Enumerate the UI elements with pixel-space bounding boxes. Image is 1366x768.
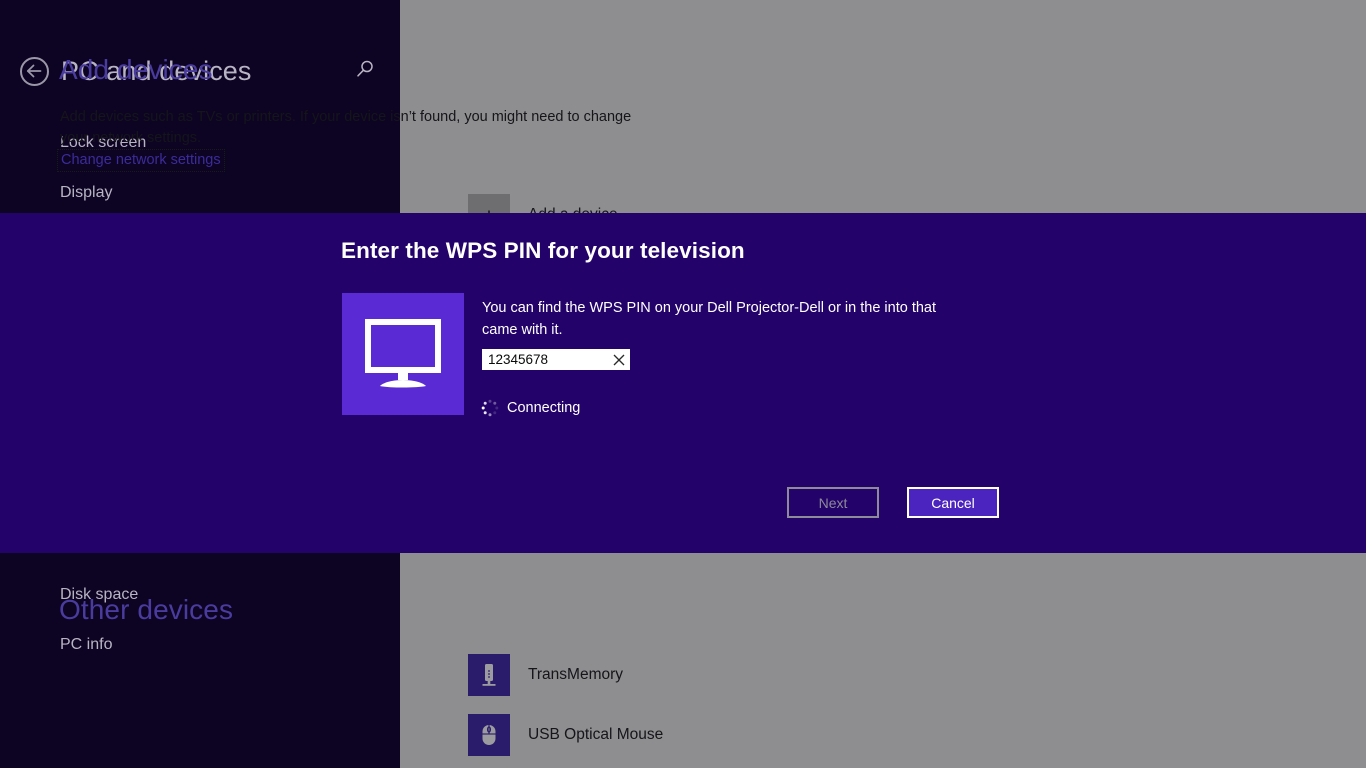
list-item-label: TransMemory bbox=[528, 666, 624, 683]
wps-pin-value[interactable]: 12345678 bbox=[482, 352, 608, 367]
television-icon bbox=[342, 293, 464, 415]
add-devices-description: Add devices such as TVs or printers. If … bbox=[60, 109, 632, 146]
loading-spinner-icon bbox=[481, 399, 499, 417]
other-devices-heading: Other devices bbox=[59, 594, 234, 625]
dialog-title: Enter the WPS PIN for your television bbox=[341, 238, 745, 263]
back-button[interactable] bbox=[20, 56, 49, 86]
change-network-settings-link[interactable]: Change network settings bbox=[57, 149, 225, 172]
dialog-actions: Next Cancel bbox=[787, 487, 999, 518]
cancel-button[interactable]: Cancel bbox=[907, 487, 999, 518]
search-icon bbox=[354, 58, 376, 85]
mouse-icon bbox=[468, 714, 510, 756]
wps-pin-dialog: Enter the WPS PIN for your television Yo… bbox=[0, 213, 1366, 553]
next-button[interactable]: Next bbox=[787, 487, 879, 518]
list-item[interactable]: TransMemory bbox=[468, 654, 623, 696]
list-item-label: USB Optical Mouse bbox=[528, 726, 664, 743]
sidebar-item-display[interactable]: Display bbox=[0, 168, 400, 218]
search-button[interactable] bbox=[352, 58, 378, 84]
sidebar-item-label: Display bbox=[60, 184, 113, 201]
connection-status: Connecting bbox=[481, 399, 580, 417]
clear-x-icon[interactable] bbox=[608, 349, 630, 370]
dialog-body-text: You can find the WPS PIN on your Dell Pr… bbox=[482, 300, 937, 338]
status-text: Connecting bbox=[507, 400, 581, 416]
list-item[interactable]: USB Optical Mouse bbox=[468, 714, 663, 756]
back-arrow-icon bbox=[26, 64, 43, 78]
sidebar-item-pc-info[interactable]: PC info bbox=[0, 620, 400, 670]
sidebar-item-label: PC info bbox=[60, 636, 113, 653]
wps-pin-input[interactable]: 12345678 bbox=[482, 349, 630, 370]
usb-flash-drive-icon bbox=[468, 654, 510, 696]
app-window: PC and devices Lock screen Display Disk … bbox=[0, 0, 1366, 768]
add-devices-heading: Add devices bbox=[59, 54, 213, 85]
